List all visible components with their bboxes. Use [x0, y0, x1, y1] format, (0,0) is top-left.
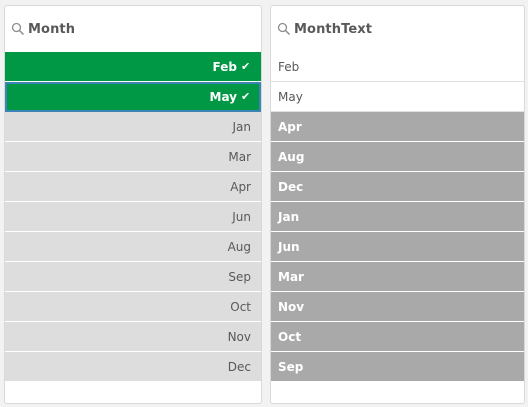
list-item-selected[interactable]: Feb ✔	[5, 52, 261, 82]
list-item-alternative[interactable]: Aug	[5, 232, 261, 262]
month-filter-pane: Month Feb ✔ May ✔ Jan Mar Apr Jun Aug Se…	[4, 5, 262, 404]
list-item-excluded[interactable]: Sep	[271, 352, 524, 382]
list-item-label: Aug	[227, 239, 251, 254]
list-item-excluded[interactable]: Apr	[271, 112, 524, 142]
list-item-label: Jun	[232, 209, 251, 224]
list-item-label: May	[209, 89, 238, 104]
list-item-alternative[interactable]: Nov	[5, 322, 261, 352]
list-item-label: Jan	[278, 209, 300, 224]
list-item-label: Feb	[278, 59, 300, 74]
list-item-label: Sep	[228, 269, 251, 284]
list-item-excluded[interactable]: Dec	[271, 172, 524, 202]
month-list: Feb ✔ May ✔ Jan Mar Apr Jun Aug Sep Oct …	[5, 52, 261, 382]
list-item-excluded[interactable]: Jun	[271, 232, 524, 262]
list-item-label: May	[278, 89, 303, 104]
list-item-label: Nov	[278, 299, 305, 314]
month-pane-title: Month	[28, 21, 76, 37]
list-item-alternative[interactable]: Jan	[5, 112, 261, 142]
list-item-alternative[interactable]: Sep	[5, 262, 261, 292]
monthtext-pane-header[interactable]: MonthText	[271, 6, 524, 52]
list-item-label: Oct	[230, 299, 251, 314]
check-icon: ✔	[241, 60, 251, 73]
list-item-excluded[interactable]: Nov	[271, 292, 524, 322]
list-item-label: Apr	[230, 179, 251, 194]
list-item-label: Apr	[278, 119, 302, 134]
list-item-label: Jan	[232, 119, 252, 134]
list-item-label: Jun	[278, 239, 300, 254]
list-item-alternative[interactable]: Dec	[5, 352, 261, 382]
list-item-excluded[interactable]: Mar	[271, 262, 524, 292]
monthtext-filter-pane: MonthText Feb May Apr Aug Dec Jan Jun Ma…	[270, 5, 525, 404]
list-item-alternative[interactable]: Oct	[5, 292, 261, 322]
list-item-label: Nov	[227, 329, 251, 344]
list-item-label: Dec	[278, 179, 304, 194]
list-item-label: Feb	[212, 59, 237, 74]
month-pane-header[interactable]: Month	[5, 6, 261, 52]
list-item-label: Sep	[278, 359, 304, 374]
list-item-excluded[interactable]: Oct	[271, 322, 524, 352]
list-item-alternative[interactable]: Jun	[5, 202, 261, 232]
list-item-excluded[interactable]: Aug	[271, 142, 524, 172]
monthtext-pane-title: MonthText	[294, 21, 373, 37]
list-item-possible[interactable]: Feb	[271, 52, 524, 82]
monthtext-list: Feb May Apr Aug Dec Jan Jun Mar Nov Oct …	[271, 52, 524, 382]
list-item-label: Oct	[278, 329, 302, 344]
search-icon[interactable]	[277, 22, 291, 36]
search-icon[interactable]	[11, 22, 25, 36]
list-item-label: Mar	[278, 269, 304, 284]
list-item-alternative[interactable]: Mar	[5, 142, 261, 172]
list-item-excluded[interactable]: Jan	[271, 202, 524, 232]
list-item-possible[interactable]: May	[271, 82, 524, 112]
list-item-label: Mar	[228, 149, 251, 164]
list-item-label: Aug	[278, 149, 305, 164]
check-icon: ✔	[241, 90, 251, 103]
list-item-alternative[interactable]: Apr	[5, 172, 261, 202]
list-item-label: Dec	[227, 359, 251, 374]
list-item-selected[interactable]: May ✔	[5, 82, 261, 112]
